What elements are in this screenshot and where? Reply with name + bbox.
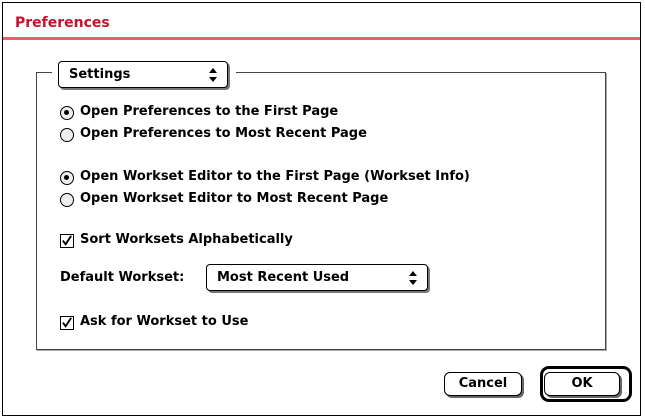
up-down-arrows-icon [409, 271, 417, 285]
title-divider [3, 37, 640, 40]
cancel-button[interactable]: Cancel [444, 372, 522, 396]
radio-button[interactable] [60, 128, 74, 142]
checkbox-label: Ask for Workset to Use [80, 314, 249, 329]
default-workset-label: Default Workset: [60, 270, 185, 285]
checkbox-checked[interactable] [60, 316, 74, 330]
checkbox-label: Sort Worksets Alphabetically [80, 232, 293, 247]
radio-button-selected[interactable] [60, 171, 74, 185]
section-popup-menu[interactable]: Settings [58, 61, 228, 88]
radio-label: Open Preferences to the First Page [80, 104, 339, 119]
up-down-arrows-icon [209, 68, 217, 82]
default-workset-value: Most Recent Used [217, 270, 350, 285]
radio-label: Open Workset Editor to the First Page (W… [80, 169, 470, 184]
radio-button-selected[interactable] [60, 106, 74, 120]
radio-button[interactable] [60, 193, 74, 207]
default-workset-popup[interactable]: Most Recent Used [206, 264, 428, 291]
section-popup-label: Settings [69, 67, 131, 82]
radio-label: Open Workset Editor to Most Recent Page [80, 191, 389, 206]
radio-label: Open Preferences to Most Recent Page [80, 126, 367, 141]
title-bar: Preferences [3, 3, 640, 40]
checkbox-checked[interactable] [60, 234, 74, 248]
window-title: Preferences [15, 15, 110, 31]
ok-button[interactable]: OK [544, 372, 620, 396]
